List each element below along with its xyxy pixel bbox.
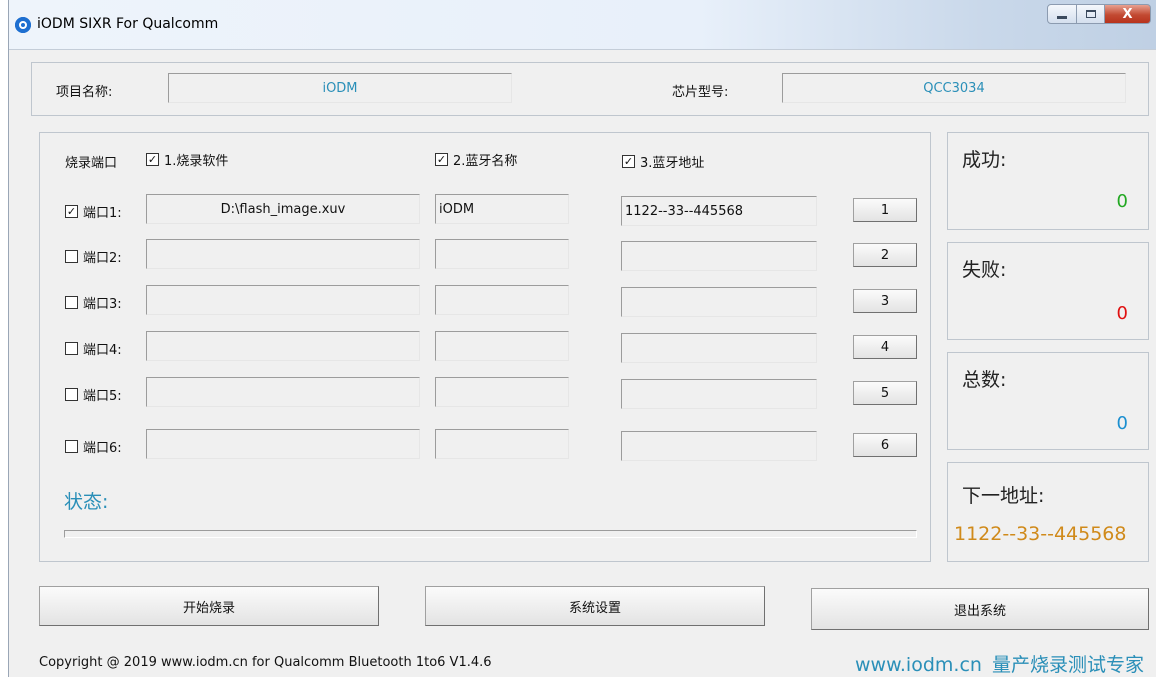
port-checkbox[interactable]: 端口6: [65, 437, 122, 456]
checkbox-icon [65, 342, 78, 355]
fail-panel: 失败: 0 [947, 242, 1149, 340]
port-bt-name-field[interactable] [435, 239, 569, 269]
checkbox-icon: ✓ [435, 153, 448, 166]
fail-count: 0 [1116, 303, 1128, 324]
port-bt-name-field[interactable]: iODM [435, 194, 569, 224]
next-address-value: 1122--33--445568 [954, 523, 1127, 545]
copyright-text: Copyright @ 2019 www.iodm.cn for Qualcom… [39, 655, 492, 670]
port-checkbox[interactable]: ✓ 端口1: [65, 202, 122, 221]
fail-label: 失败: [962, 259, 1007, 281]
port-file-field[interactable] [146, 377, 420, 407]
port-bt-address-field[interactable] [621, 287, 817, 317]
close-icon: X [1122, 6, 1133, 22]
port-bt-address-field[interactable] [621, 241, 817, 271]
checkbox-icon: ✓ [65, 205, 78, 218]
option-label: 1.烧录软件 [164, 154, 229, 169]
option-bt-address[interactable]: ✓ 3.蓝牙地址 [622, 152, 704, 171]
port-label: 端口1: [83, 206, 122, 221]
project-name-field[interactable]: iODM [168, 73, 512, 103]
success-panel: 成功: 0 [947, 132, 1149, 230]
status-label: 状态: [64, 491, 109, 513]
close-button[interactable]: X [1105, 4, 1151, 24]
app-logo-icon [15, 17, 31, 33]
project-info-group: 项目名称: iODM 芯片型号: QCC3034 [31, 62, 1149, 116]
minimize-button[interactable] [1047, 4, 1077, 24]
checkbox-icon [65, 388, 78, 401]
project-name-label: 项目名称: [56, 85, 113, 100]
maximize-button[interactable] [1077, 4, 1105, 24]
chip-model-label: 芯片型号: [672, 85, 729, 100]
checkbox-icon [65, 250, 78, 263]
port-label: 端口3: [83, 297, 122, 312]
success-label: 成功: [962, 149, 1007, 171]
port-file-field[interactable] [146, 429, 420, 459]
option-burn-software[interactable]: ✓ 1.烧录软件 [146, 150, 228, 169]
checkbox-icon [65, 296, 78, 309]
option-label: 2.蓝牙名称 [453, 154, 518, 169]
port-bt-name-field[interactable] [435, 331, 569, 361]
checkbox-icon [65, 440, 78, 453]
brand-slogan: 量产烧录测试专家 [991, 654, 1144, 676]
port-checkbox[interactable]: 端口4: [65, 339, 122, 358]
port-burn-button[interactable]: 3 [853, 289, 917, 313]
port-burn-button[interactable]: 4 [853, 335, 917, 359]
port-label: 端口2: [83, 251, 122, 266]
window-controls: X [1047, 4, 1151, 26]
exit-system-button[interactable]: 退出系统 [811, 588, 1149, 630]
window-title: iODM SIXR For Qualcomm [37, 16, 219, 32]
total-label: 总数: [962, 369, 1007, 391]
port-checkbox[interactable]: 端口2: [65, 247, 122, 266]
port-bt-name-field[interactable] [435, 377, 569, 407]
app-window: iODM SIXR For Qualcomm X 项目名称: iODM 芯片型号… [8, 0, 1156, 677]
total-panel: 总数: 0 [947, 352, 1149, 450]
port-file-field[interactable]: D:\flash_image.xuv [146, 194, 420, 224]
minimize-icon [1057, 15, 1067, 19]
port-checkbox[interactable]: 端口5: [65, 385, 122, 404]
port-burn-button[interactable]: 5 [853, 381, 917, 405]
brand-url: www.iodm.cn [855, 654, 982, 676]
checkbox-icon: ✓ [146, 153, 159, 166]
progress-bar [64, 530, 917, 538]
port-checkbox[interactable]: 端口3: [65, 293, 122, 312]
port-bt-address-field[interactable] [621, 431, 817, 461]
port-bt-name-field[interactable] [435, 429, 569, 459]
port-file-field[interactable] [146, 331, 420, 361]
port-label: 端口4: [83, 343, 122, 358]
maximize-icon [1085, 10, 1096, 18]
option-label: 3.蓝牙地址 [640, 156, 705, 171]
option-bt-name[interactable]: ✓ 2.蓝牙名称 [435, 150, 517, 169]
success-count: 0 [1116, 191, 1128, 212]
port-file-field[interactable] [146, 285, 420, 315]
checkbox-icon: ✓ [622, 155, 635, 168]
port-bt-address-field[interactable]: 1122--33--445568 [621, 196, 817, 226]
port-file-field[interactable] [146, 239, 420, 269]
port-label: 端口5: [83, 389, 122, 404]
title-bar[interactable]: iODM SIXR For Qualcomm X [9, 0, 1156, 50]
port-burn-button[interactable]: 1 [853, 198, 917, 222]
start-burn-button[interactable]: 开始烧录 [39, 586, 379, 626]
chip-model-field[interactable]: QCC3034 [782, 73, 1126, 103]
port-label: 端口6: [83, 441, 122, 456]
port-bt-address-field[interactable] [621, 379, 817, 409]
burn-port-label: 烧录端口 [65, 156, 118, 171]
next-address-panel: 下一地址: 1122--33--445568 [947, 462, 1149, 562]
total-count: 0 [1116, 413, 1128, 434]
port-burn-button[interactable]: 6 [853, 433, 917, 457]
port-bt-name-field[interactable] [435, 285, 569, 315]
port-bt-address-field[interactable] [621, 333, 817, 363]
port-burn-button[interactable]: 2 [853, 243, 917, 267]
port-config-group: 烧录端口 ✓ 1.烧录软件 ✓ 2.蓝牙名称 ✓ 3.蓝牙地址 ✓ 端口1: D:\… [39, 132, 931, 562]
system-settings-button[interactable]: 系统设置 [425, 586, 765, 626]
brand-banner: www.iodm.cn 量产烧录测试专家 [855, 650, 1144, 677]
next-address-label: 下一地址: [962, 485, 1045, 507]
